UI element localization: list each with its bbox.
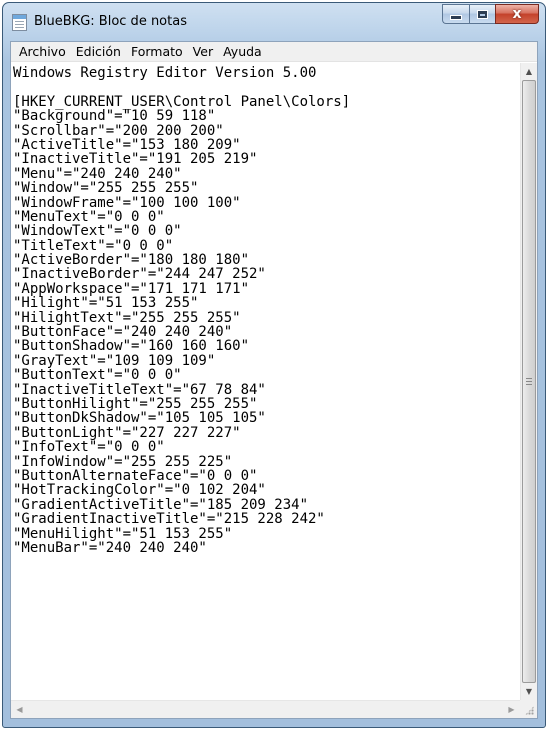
title-bar[interactable]: BlueBKG: Bloc de notas x xyxy=(3,3,545,41)
scroll-right-button[interactable]: ▶ xyxy=(503,701,520,718)
menu-edicion[interactable]: Edición xyxy=(71,44,126,59)
notepad-icon[interactable] xyxy=(12,14,27,31)
chevron-up-icon: ▲ xyxy=(525,67,533,76)
text-line[interactable]: "WindowFrame"="100 100 100" xyxy=(11,195,520,210)
text-line[interactable]: "InfoWindow"="255 255 225" xyxy=(11,454,520,469)
text-line[interactable]: "InactiveTitleText"="67 78 84" xyxy=(11,382,520,397)
text-line[interactable]: "ButtonHilight"="255 255 255" xyxy=(11,397,520,412)
minimize-button[interactable] xyxy=(442,4,469,24)
text-line[interactable]: [HKEY_CURRENT_USER\Control Panel\Colors] xyxy=(11,94,520,109)
horizontal-scrollbar[interactable]: ◀ ▶ xyxy=(11,700,520,718)
text-line[interactable]: "HilightText"="255 255 255" xyxy=(11,310,520,325)
close-button[interactable]: x xyxy=(495,4,539,24)
resize-grip-icon[interactable] xyxy=(520,700,537,718)
text-line[interactable]: "HotTrackingColor"="0 102 204" xyxy=(11,483,520,498)
text-line[interactable]: "ButtonLight"="227 227 227" xyxy=(11,425,520,440)
text-line[interactable]: "InfoText"="0 0 0" xyxy=(11,440,520,455)
text-line[interactable]: Windows Registry Editor Version 5.00 xyxy=(11,66,520,81)
text-editor[interactable]: Windows Registry Editor Version 5.00 [HKE… xyxy=(11,63,520,700)
text-line[interactable]: "ActiveBorder"="180 180 180" xyxy=(11,253,520,268)
scroll-down-button[interactable]: ▼ xyxy=(521,683,537,700)
maximize-button[interactable] xyxy=(469,4,495,24)
text-line[interactable]: "AppWorkspace"="171 171 171" xyxy=(11,281,520,296)
text-line[interactable]: "Window"="255 255 255" xyxy=(11,181,520,196)
text-line[interactable]: "WindowText"="0 0 0" xyxy=(11,224,520,239)
text-line[interactable]: "Menu"="240 240 240" xyxy=(11,166,520,181)
text-line[interactable]: "GrayText"="109 109 109" xyxy=(11,353,520,368)
menu-formato[interactable]: Formato xyxy=(126,44,188,59)
notepad-window: BlueBKG: Bloc de notas x Archivo Edición… xyxy=(2,2,546,728)
text-line[interactable]: "ButtonText"="0 0 0" xyxy=(11,368,520,383)
vertical-scroll-thumb[interactable] xyxy=(522,80,536,683)
text-line[interactable]: "InactiveBorder"="244 247 252" xyxy=(11,267,520,282)
text-line[interactable]: "MenuText"="0 0 0" xyxy=(11,210,520,225)
text-line[interactable]: "GradientInactiveTitle"="215 228 242" xyxy=(11,512,520,527)
menu-ver[interactable]: Ver xyxy=(188,44,218,59)
chevron-left-icon: ◀ xyxy=(16,705,23,714)
scroll-up-button[interactable]: ▲ xyxy=(521,63,537,80)
text-line[interactable]: "MenuBar"="240 240 240" xyxy=(11,540,520,555)
text-line[interactable]: "TitleText"="0 0 0" xyxy=(11,238,520,253)
grip-icon xyxy=(526,378,532,385)
text-line[interactable]: "Background"="10 59 118" xyxy=(11,109,520,124)
menu-bar: Archivo Edición Formato Ver Ayuda xyxy=(11,42,537,62)
text-line[interactable]: "ActiveTitle"="153 180 209" xyxy=(11,138,520,153)
chevron-right-icon: ▶ xyxy=(508,705,515,714)
text-line[interactable]: "Hilight"="51 153 255" xyxy=(11,296,520,311)
text-line[interactable] xyxy=(11,80,520,94)
text-line[interactable]: "ButtonShadow"="160 160 160" xyxy=(11,339,520,354)
text-line[interactable]: "Scrollbar"="200 200 200" xyxy=(11,123,520,138)
chevron-down-icon: ▼ xyxy=(525,687,533,696)
text-line[interactable]: "ButtonDkShadow"="105 105 105" xyxy=(11,411,520,426)
minimize-icon xyxy=(450,15,462,20)
menu-ayuda[interactable]: Ayuda xyxy=(218,44,267,59)
close-icon: x xyxy=(512,6,522,22)
vertical-scrollbar[interactable]: ▲ ▼ xyxy=(520,63,537,700)
text-content[interactable]: Windows Registry Editor Version 5.00 [HKE… xyxy=(11,63,520,556)
scroll-left-button[interactable]: ◀ xyxy=(11,701,28,718)
text-line[interactable]: "ButtonAlternateFace"="0 0 0" xyxy=(11,469,520,484)
caption-buttons: x xyxy=(442,4,539,24)
client-area: Archivo Edición Formato Ver Ayuda Window… xyxy=(10,41,538,719)
text-line[interactable]: "MenuHilight"="51 153 255" xyxy=(11,526,520,541)
text-line[interactable]: "ButtonFace"="240 240 240" xyxy=(11,325,520,340)
window-title: BlueBKG: Bloc de notas xyxy=(34,14,187,29)
text-line[interactable]: "GradientActiveTitle"="185 209 234" xyxy=(11,497,520,512)
text-line[interactable]: "InactiveTitle"="191 205 219" xyxy=(11,152,520,167)
maximize-icon xyxy=(477,9,488,19)
menu-archivo[interactable]: Archivo xyxy=(14,44,71,59)
